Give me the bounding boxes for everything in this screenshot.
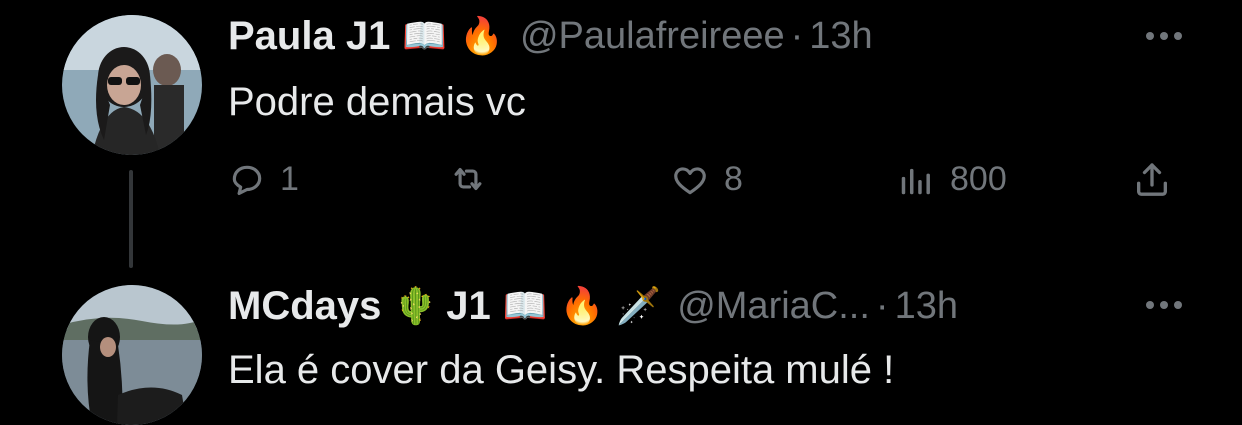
like-count: 8 (724, 160, 743, 198)
timestamp[interactable]: 13h (809, 15, 872, 58)
dagger-emoji: 🗡️ (616, 285, 662, 326)
like-icon (670, 161, 710, 199)
action-bar: 1 8 800 (228, 160, 1188, 204)
tweet-text: Podre demais vc (228, 80, 526, 124)
view-count: 800 (950, 160, 1007, 198)
timestamp[interactable]: 13h (895, 285, 958, 328)
username[interactable]: @Paulafreireee (520, 15, 785, 58)
retweet-button[interactable] (448, 160, 502, 198)
reply-icon (228, 161, 266, 199)
separator: · (875, 284, 889, 327)
avatar[interactable] (62, 15, 202, 155)
book-emoji: 📖 (402, 15, 448, 56)
more-icon[interactable] (1146, 32, 1182, 44)
share-button[interactable] (1132, 160, 1172, 200)
fire-emoji: 🔥 (559, 285, 605, 326)
reply-button[interactable]: 1 (228, 160, 299, 199)
views-button[interactable]: 800 (896, 160, 1007, 199)
book-emoji: 📖 (502, 285, 548, 326)
fire-emoji: 🔥 (459, 15, 504, 56)
separator: · (790, 14, 804, 57)
username[interactable]: @MariaC... (677, 285, 870, 328)
more-icon[interactable] (1146, 301, 1182, 313)
cactus-emoji: 🌵 (393, 285, 439, 326)
tweet-header: MCdays 🌵 J1 📖 🔥 🗡️ @MariaC... · 13h (228, 280, 958, 332)
retweet-icon (448, 160, 488, 198)
avatar[interactable] (62, 285, 202, 425)
tweet-text: Ela é cover da Geisy. Respeita mulé ! (228, 348, 895, 392)
tweet-header: Paula J1 📖 🔥 @Paulafreireee · 13h (228, 10, 873, 62)
display-name-part2[interactable]: J1 (446, 284, 491, 329)
like-button[interactable]: 8 (670, 160, 743, 199)
views-icon (896, 161, 936, 199)
reply-count: 1 (280, 160, 299, 198)
display-name[interactable]: Paula J1 (228, 14, 390, 59)
display-name-part1[interactable]: MCdays (228, 284, 381, 329)
share-icon (1132, 160, 1172, 200)
thread-line (129, 170, 133, 268)
